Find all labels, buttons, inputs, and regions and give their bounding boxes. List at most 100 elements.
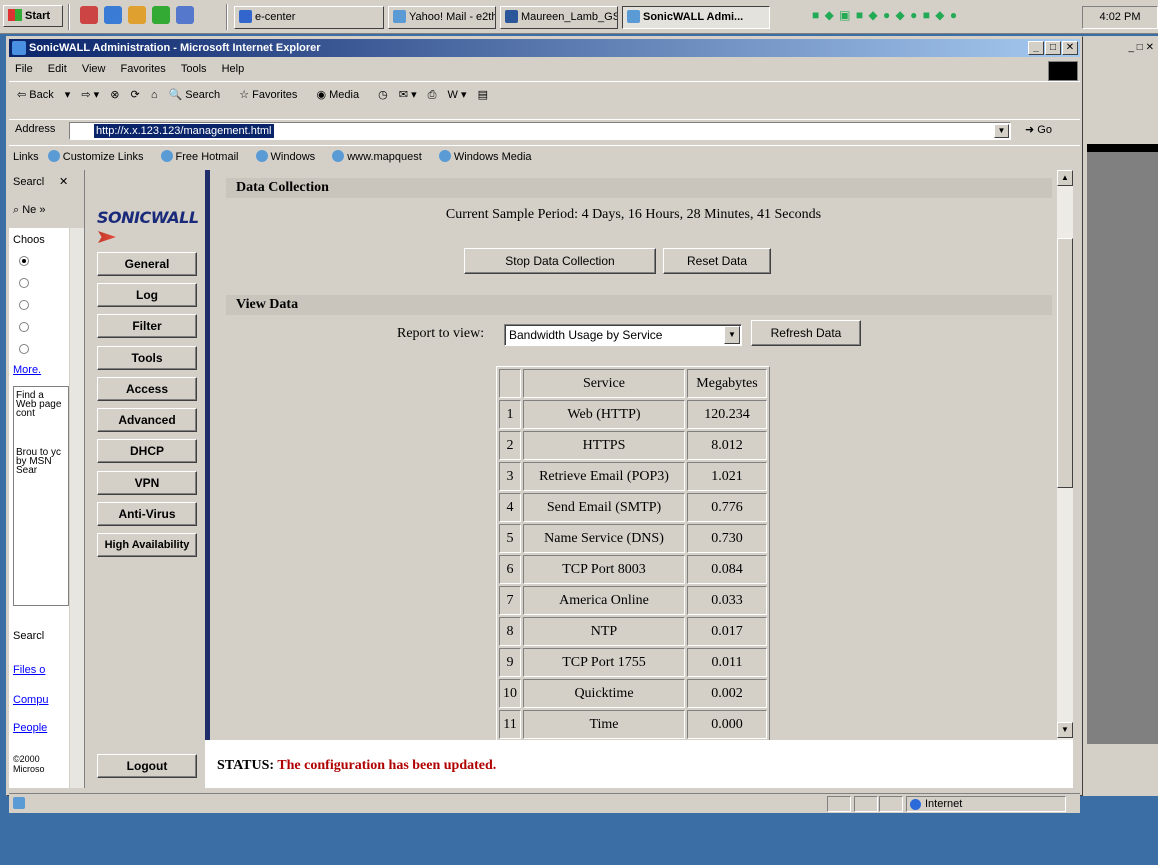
window-titlebar[interactable]: SonicWALL Administration - Microsoft Int… (9, 39, 1080, 57)
messenger-quicklaunch-icon[interactable] (176, 6, 194, 24)
task-word-doc[interactable]: Maureen_Lamb_GS... (500, 6, 618, 29)
back-button[interactable]: ⇦ Back ▾ (17, 89, 70, 101)
menu-view[interactable]: View (82, 63, 106, 75)
media-quicklaunch-icon[interactable] (152, 6, 170, 24)
desktop-quicklaunch-icon[interactable] (128, 6, 146, 24)
search-scrollbar[interactable] (69, 228, 84, 788)
data-collection-heading: Data Collection (226, 178, 1052, 198)
background-window-controls[interactable]: _ □ ✕ (1104, 42, 1154, 58)
forward-button[interactable]: ⇨ ▾ (81, 89, 99, 101)
search-type-radio[interactable] (19, 344, 29, 354)
windows-flag-icon (1048, 61, 1078, 81)
nav-dhcp-button[interactable]: DHCP (97, 439, 197, 463)
search-box[interactable]: Find a Web page cont Brou to yc by MSN S… (13, 386, 69, 606)
minimize-button[interactable]: _ (1028, 41, 1044, 55)
megabytes-cell: 0.000 (687, 710, 767, 739)
menu-file[interactable]: File (15, 63, 33, 75)
search-pane: Searcl ✕ ⌕ Ne » Choos More. Find a Web p… (9, 170, 85, 788)
history-icon[interactable]: ◷ (378, 89, 388, 101)
scroll-up-icon[interactable]: ▲ (1057, 170, 1073, 186)
task-sonicwall[interactable]: SonicWALL Admi... (622, 6, 770, 29)
table-row: 10 Quicktime 0.002 (499, 679, 767, 708)
windows-logo-icon (8, 9, 22, 21)
task-yahoo-mail[interactable]: Yahoo! Mail - e2the... (388, 6, 496, 29)
menu-help[interactable]: Help (222, 63, 245, 75)
chevron-down-icon[interactable]: ▼ (724, 326, 740, 344)
nav-antivirus-button[interactable]: Anti-Virus (97, 502, 197, 526)
refresh-data-button[interactable]: Refresh Data (751, 320, 861, 346)
scroll-thumb[interactable] (1057, 238, 1073, 488)
status-label: STATUS: (217, 758, 275, 773)
outlook-quicklaunch-icon[interactable] (80, 6, 98, 24)
ie-icon (627, 10, 640, 23)
media-button[interactable]: ◉ Media (316, 89, 367, 101)
link-windows-media[interactable]: Windows Media (439, 151, 532, 163)
address-url[interactable]: http://x.x.123.123/management.html (94, 124, 274, 138)
new-search-button[interactable]: ⌕ Ne » (13, 204, 45, 217)
header-megabytes: Megabytes (687, 369, 767, 398)
search-type-radio[interactable] (19, 256, 29, 266)
links-bar: Links Customize Links Free Hotmail Windo… (9, 145, 1080, 167)
address-label: Address (15, 123, 56, 135)
mail-icon[interactable]: ✉ ▾ (399, 89, 417, 101)
system-tray-icons[interactable]: ■ ◆ ▣ ■ ◆ ● ◆ ● ■ ◆ ● (812, 8, 1076, 26)
computers-link[interactable]: Compu (13, 694, 48, 706)
reset-data-button[interactable]: Reset Data (663, 248, 771, 274)
row-index: 3 (499, 462, 521, 491)
refresh-icon[interactable]: ⟳ (131, 89, 140, 101)
people-link[interactable]: People (13, 722, 47, 734)
window-controls: _ □ ✕ (1027, 41, 1078, 55)
more-link[interactable]: More. (13, 364, 41, 376)
table-row: 7 America Online 0.033 (499, 586, 767, 615)
nav-column: SONICWALL General Log Filter Tools Acces… (87, 170, 205, 788)
media-label: Media (329, 89, 360, 101)
nav-filter-button[interactable]: Filter (97, 314, 197, 338)
nav-advanced-button[interactable]: Advanced (97, 408, 197, 432)
favorites-button[interactable]: ☆ Favorites (239, 89, 305, 101)
header-index (499, 369, 521, 398)
link-windows[interactable]: Windows (256, 151, 316, 163)
page-scrollbar[interactable]: ▲ ▼ (1057, 170, 1073, 740)
start-button[interactable]: Start (3, 5, 63, 27)
nav-general-button[interactable]: General (97, 252, 197, 276)
link-mapquest[interactable]: www.mapquest (332, 151, 422, 163)
link-hotmail[interactable]: Free Hotmail (161, 151, 239, 163)
files-link[interactable]: Files o (13, 664, 45, 676)
service-cell: NTP (523, 617, 685, 646)
task-label: Maureen_Lamb_GS... (521, 11, 617, 23)
nav-vpn-button[interactable]: VPN (97, 471, 197, 495)
close-icon[interactable]: ✕ (59, 175, 68, 188)
edit-icon[interactable]: W ▾ (448, 89, 467, 101)
ie-quicklaunch-icon[interactable] (104, 6, 122, 24)
search-button[interactable]: 🔍 Search (169, 89, 229, 101)
report-label: Report to view: (397, 326, 485, 341)
go-button[interactable]: ➜ Go (1025, 123, 1052, 136)
print-icon[interactable]: ⎙ (428, 89, 437, 101)
stop-icon[interactable]: ⊗ (110, 89, 119, 101)
task-ecenter[interactable]: e-center (234, 6, 384, 29)
nav-tools-button[interactable]: Tools (97, 346, 197, 370)
stop-data-collection-button[interactable]: Stop Data Collection (464, 248, 656, 274)
nav-log-button[interactable]: Log (97, 283, 197, 307)
search-type-radio[interactable] (19, 300, 29, 310)
address-input[interactable]: http://x.x.123.123/management.html ▼ (69, 122, 1011, 140)
report-selected-value: Bandwidth Usage by Service (509, 328, 663, 342)
link-customize[interactable]: Customize Links (48, 151, 144, 163)
nav-high-availability-button[interactable]: High Availability (97, 533, 197, 557)
nav-access-button[interactable]: Access (97, 377, 197, 401)
search-type-radio[interactable] (19, 322, 29, 332)
report-select[interactable]: Bandwidth Usage by Service ▼ (504, 324, 742, 346)
ie-icon (393, 10, 406, 23)
menu-favorites[interactable]: Favorites (121, 63, 166, 75)
address-dropdown-icon[interactable]: ▼ (994, 124, 1009, 138)
maximize-button[interactable]: □ (1045, 41, 1061, 55)
discuss-icon[interactable]: ▤ (478, 89, 488, 101)
search-field[interactable] (16, 418, 66, 448)
menu-edit[interactable]: Edit (48, 63, 67, 75)
scroll-down-icon[interactable]: ▼ (1057, 722, 1073, 738)
menu-tools[interactable]: Tools (181, 63, 207, 75)
home-icon[interactable]: ⌂ (151, 89, 158, 101)
close-button[interactable]: ✕ (1062, 41, 1078, 55)
search-type-radio[interactable] (19, 278, 29, 288)
logout-button[interactable]: Logout (97, 754, 197, 778)
